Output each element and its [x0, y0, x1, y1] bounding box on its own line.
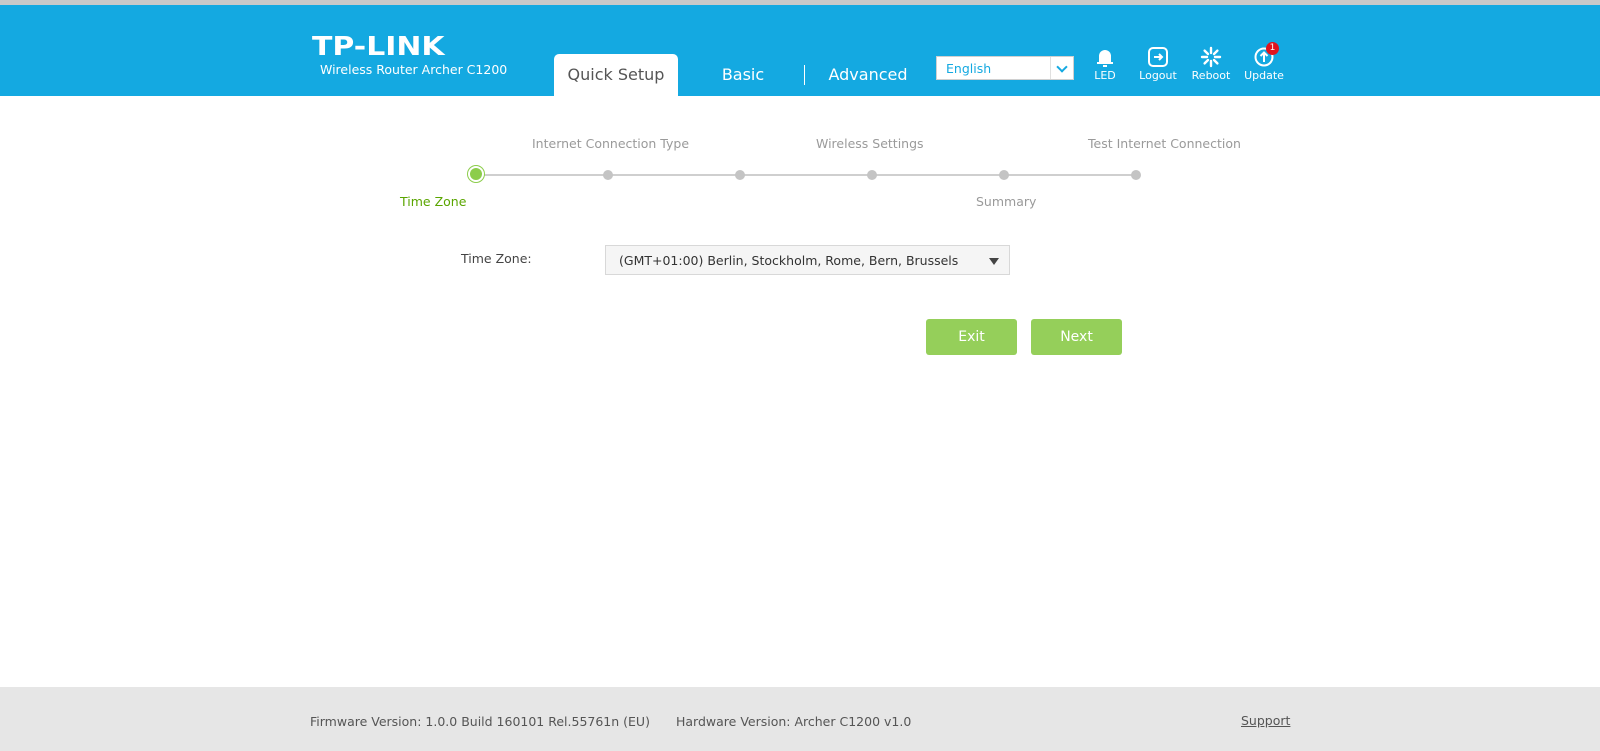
wizard-progress-track: [476, 174, 1136, 176]
update-icon: 1: [1253, 42, 1279, 68]
led-label: LED: [1094, 69, 1116, 82]
tab-quick-setup[interactable]: Quick Setup: [554, 54, 678, 96]
step-dot-internet-connection-type: [603, 170, 613, 180]
step-label-internet-connection-type: Internet Connection Type: [532, 136, 690, 151]
dropdown-arrow-icon: [989, 258, 999, 265]
firmware-version: Firmware Version: 1.0.0 Build 160101 Rel…: [310, 714, 650, 729]
step-dot-wireless-settings: [867, 170, 877, 180]
step-label-test-internet-connection: Test Internet Connection: [1088, 136, 1241, 151]
step-label-time-zone: Time Zone: [400, 194, 467, 209]
reboot-button[interactable]: Reboot: [1185, 46, 1237, 82]
step-label-summary: Summary: [976, 194, 1037, 209]
next-button[interactable]: Next: [1031, 319, 1122, 355]
bell-icon: [1094, 46, 1116, 68]
tab-advanced[interactable]: Advanced: [818, 54, 918, 96]
time-zone-select[interactable]: (GMT+01:00) Berlin, Stockholm, Rome, Ber…: [605, 245, 1010, 275]
step-dot-3: [735, 170, 745, 180]
step-dot-summary: [999, 170, 1009, 180]
logout-label: Logout: [1139, 69, 1177, 82]
exit-button[interactable]: Exit: [926, 319, 1017, 355]
support-link[interactable]: Support: [1241, 713, 1290, 728]
hardware-version: Hardware Version: Archer C1200 v1.0: [676, 714, 912, 729]
language-arrow-box: [1050, 57, 1073, 79]
tp-link-logo: TP-LINK: [312, 32, 445, 62]
reboot-icon: [1200, 46, 1222, 68]
step-dot-test-internet-connection: [1131, 170, 1141, 180]
step-label-wireless-settings: Wireless Settings: [816, 136, 924, 151]
update-badge: 1: [1266, 42, 1279, 55]
reboot-label: Reboot: [1191, 69, 1231, 82]
tab-basic[interactable]: Basic: [700, 54, 786, 96]
time-zone-label: Time Zone:: [461, 251, 532, 266]
language-value: English: [946, 61, 992, 76]
router-model: Wireless Router Archer C1200: [320, 62, 508, 77]
language-select[interactable]: English: [936, 56, 1074, 80]
update-label: Update: [1244, 69, 1284, 82]
update-button[interactable]: 1 Update: [1238, 42, 1290, 82]
logout-icon: [1147, 46, 1169, 68]
time-zone-value: (GMT+01:00) Berlin, Stockholm, Rome, Ber…: [619, 253, 959, 268]
step-dot-time-zone: [470, 168, 482, 180]
chevron-down-icon: [1056, 61, 1068, 73]
tab-separator: [804, 65, 805, 85]
logout-button[interactable]: Logout: [1132, 46, 1184, 82]
header-bar: [0, 5, 1600, 96]
led-button[interactable]: LED: [1079, 46, 1131, 82]
